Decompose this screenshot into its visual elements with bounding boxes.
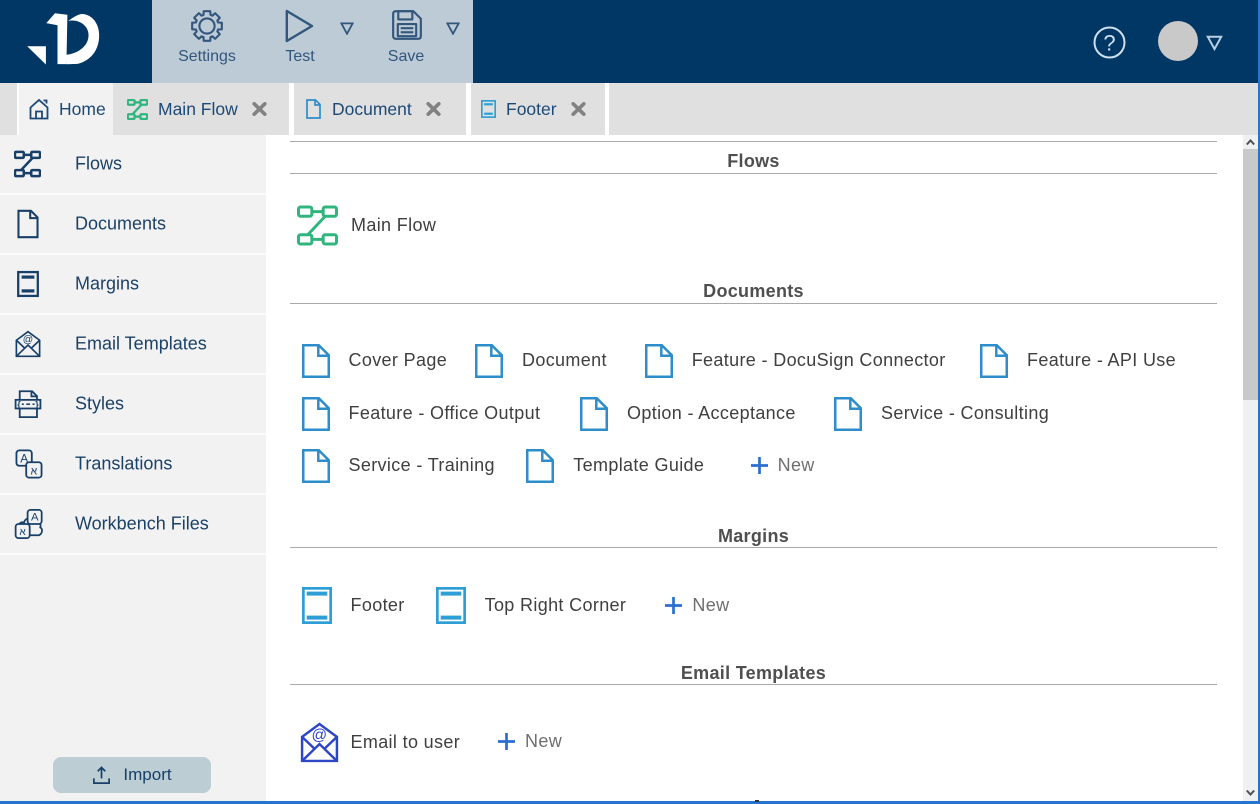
svg-text:א: א: [31, 466, 38, 477]
svg-text:?: ?: [1103, 30, 1115, 55]
svg-text:}: }: [35, 399, 39, 409]
svg-text:A: A: [31, 512, 39, 524]
svg-text:א: א: [20, 527, 27, 538]
svg-text:{: {: [17, 399, 21, 409]
svg-text:A: A: [20, 451, 28, 465]
svg-text:@: @: [23, 334, 33, 345]
